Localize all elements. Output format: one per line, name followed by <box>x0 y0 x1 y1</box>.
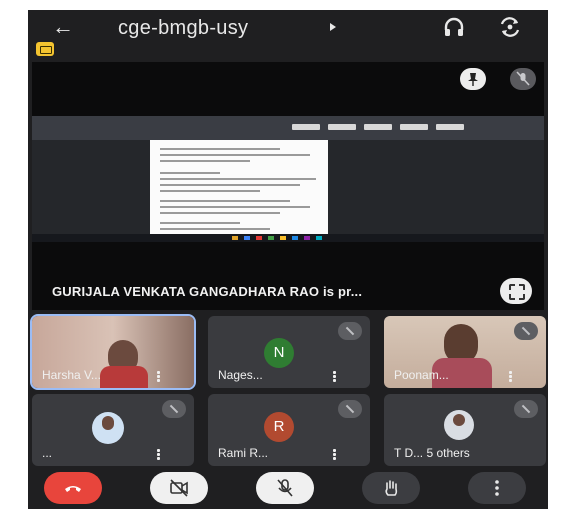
participant-tile-1[interactable]: Harsha V... <box>30 314 196 390</box>
camera-switch-icon[interactable] <box>498 16 522 38</box>
mic-off-icon <box>338 400 362 418</box>
more-options-button[interactable] <box>468 472 526 504</box>
presentation-stage[interactable]: GURIJALA VENKATA GANGADHARA RAO is pr... <box>32 62 544 310</box>
participant-name: Poonam... <box>394 368 449 382</box>
video-off-icon <box>170 479 188 497</box>
shared-taskbar <box>32 234 544 242</box>
meet-call-screen: ← cge-bmgb-usy GURIJALA VENKATA GANGADHA… <box>28 10 548 509</box>
participant-name: ... <box>42 446 53 460</box>
mic-off-icon <box>514 400 538 418</box>
hand-icon <box>385 480 398 496</box>
participant-name: T D... 5 others <box>394 446 470 460</box>
meeting-code[interactable]: cge-bmgb-usy <box>118 17 248 40</box>
presenter-banner: GURIJALA VENKATA GANGADHARA RAO is pr... <box>52 284 363 299</box>
raise-hand-button[interactable] <box>362 472 420 504</box>
end-call-button[interactable] <box>44 472 102 504</box>
shared-screen-content <box>32 116 544 242</box>
phone-hangup-icon <box>65 486 81 492</box>
mic-off-icon <box>338 322 362 340</box>
avatar-face <box>102 416 114 430</box>
headphones-icon[interactable] <box>442 16 466 38</box>
participant-tile-6[interactable]: T D... 5 others <box>384 394 546 466</box>
participant-name: Nages... <box>218 368 263 382</box>
shared-window-ribbon <box>32 116 544 140</box>
more-vertical-icon[interactable] <box>157 371 160 382</box>
participant-tile-3[interactable]: Poonam... <box>384 316 546 388</box>
mic-off-icon <box>510 68 536 90</box>
participant-name: Rami R... <box>218 446 269 460</box>
top-bar: ← cge-bmgb-usy <box>28 10 548 46</box>
more-vertical-icon[interactable] <box>333 449 336 460</box>
participant-name: Harsha V... <box>42 368 101 382</box>
more-vertical-icon[interactable] <box>333 371 336 382</box>
mic-off-icon <box>162 400 186 418</box>
video-toggle-button[interactable] <box>150 472 208 504</box>
participant-tile-4[interactable]: ... <box>32 394 194 466</box>
participant-shoulders <box>100 366 148 388</box>
recording-badge-icon <box>36 42 54 56</box>
mic-toggle-button[interactable] <box>256 472 314 504</box>
more-vertical-icon <box>495 480 499 496</box>
chevron-right-icon[interactable] <box>330 23 336 31</box>
participant-tile-5[interactable]: R Rami R... <box>208 394 370 466</box>
avatar: R <box>264 412 294 442</box>
more-vertical-icon[interactable] <box>157 449 160 460</box>
call-controls <box>28 468 548 509</box>
pin-icon[interactable] <box>460 68 486 90</box>
more-vertical-icon[interactable] <box>509 371 512 382</box>
shared-document-page <box>150 140 328 234</box>
avatar: N <box>264 338 294 368</box>
mic-off-icon <box>277 479 293 497</box>
fullscreen-icon[interactable] <box>500 278 532 304</box>
mic-off-icon <box>514 322 538 340</box>
arrow-left-icon[interactable]: ← <box>52 16 74 38</box>
participant-tile-2[interactable]: N Nages... <box>208 316 370 388</box>
avatar-face <box>453 414 465 426</box>
